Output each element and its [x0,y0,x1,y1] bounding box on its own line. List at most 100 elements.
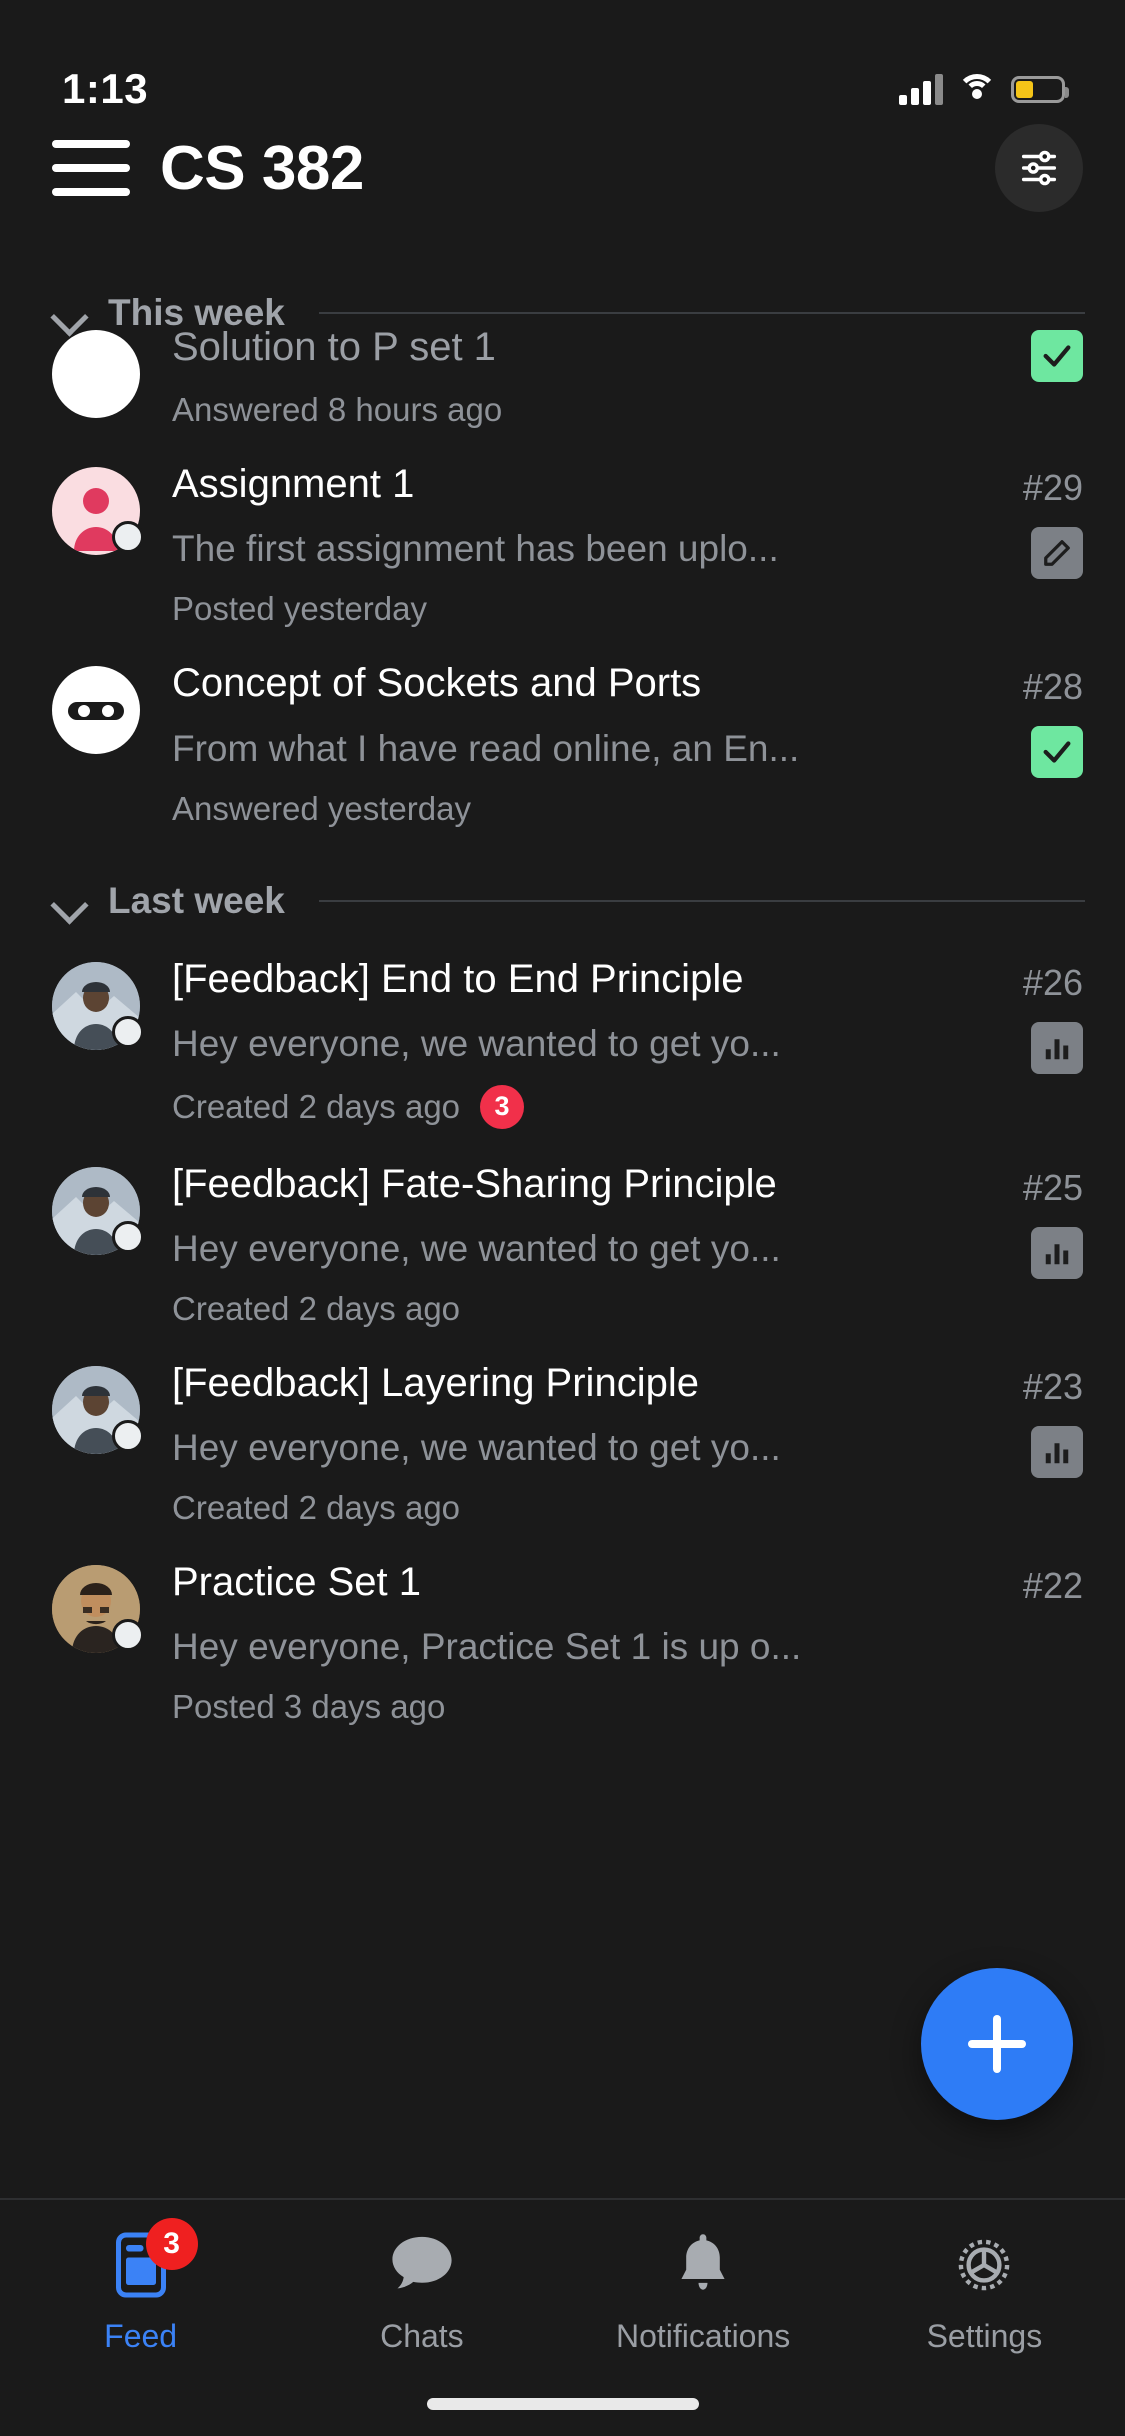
list-item-body: Practice Set 1 Hey everyone, Practice Se… [140,1559,953,1726]
list-item-title: [Feedback] Layering Principle [172,1360,699,1405]
list-item[interactable]: Practice Set 1 Hey everyone, Practice Se… [0,1543,1125,1742]
avatar [52,467,144,556]
post-number: #23 [1022,1365,1083,1407]
unread-count-badge: 3 [480,1084,525,1129]
pencil-icon [1031,527,1083,580]
divider [318,899,1085,902]
list-item-meta: Posted 3 days ago [172,1688,935,1726]
list-item-snippet: Hey everyone, we wanted to get yo... [172,1427,781,1469]
tab-settings[interactable]: Settings [844,2200,1125,2436]
list-item-title: Assignment 1 [172,462,415,507]
list-item[interactable]: [Feedback] Layering Principle Hey everyo… [0,1344,1125,1543]
list-item[interactable]: Concept of Sockets and Ports From what I… [0,644,1125,843]
list-item-timestamp: Created 2 days ago [172,1087,461,1125]
tab-label: Chats [380,2318,464,2354]
list-item-meta: Answered yesterday [172,790,935,828]
list-item-timestamp: Created 2 days ago [172,1289,461,1327]
list-item-meta: Answered 8 hours ago [172,391,935,429]
list-item-body: Assignment 1 The first assignment has be… [140,461,953,628]
list-item[interactable]: [Feedback] End to End Principle Hey ever… [0,940,1125,1145]
gear-icon [941,2222,1027,2308]
list-item-right: #25 [953,1161,1083,1328]
feed-list[interactable]: This week Solution to P set 1 Answered 8… [0,268,1125,2198]
list-item-timestamp: Posted 3 days ago [172,1688,446,1726]
tab-label: Notifications [615,2318,791,2354]
list-item-body: [Feedback] Layering Principle Hey everyo… [140,1360,953,1527]
list-item-title: Concept of Sockets and Ports [172,661,702,706]
status-dot [112,521,144,554]
list-item-meta: Created 2 days ago 3 [172,1084,935,1129]
status-time: 1:13 [62,65,149,112]
bar-chart-icon [1031,1425,1083,1478]
list-item-right: #28 [953,660,1083,827]
battery-low-icon [1011,75,1069,103]
list-item-right: #26 [953,956,1083,1129]
list-item[interactable]: Assignment 1 The first assignment has be… [0,445,1125,644]
list-item-body: [Feedback] Fate-Sharing Principle Hey ev… [140,1161,953,1328]
post-number: #25 [1022,1166,1083,1208]
check-icon [1031,726,1083,779]
list-item-right: #22 [953,1559,1083,1726]
avatar [52,330,140,418]
signal-bars-icon [899,73,943,105]
home-indicator [426,2398,699,2410]
app-header: CS 382 [0,108,1125,228]
list-item-snippet: From what I have read online, an En... [172,727,800,769]
list-item-title: Solution to P set 1 [172,325,496,369]
list-item-meta: Posted yesterday [172,590,935,628]
list-item-snippet: Hey everyone, we wanted to get yo... [172,1022,781,1064]
avatar [52,1365,144,1454]
list-item-body: Concept of Sockets and Ports From what I… [140,660,953,827]
bar-chart-icon [1031,1021,1083,1074]
feed-icon: 3 [98,2218,198,2308]
section-header-last-week[interactable]: Last week [0,856,1125,940]
hamburger-menu-icon[interactable] [52,140,130,196]
tab-label: Settings [926,2318,1043,2354]
list-item-right [953,324,1083,429]
status-indicators [899,73,1069,105]
list-item-right: #23 [953,1360,1083,1527]
list-item-body: [Feedback] End to End Principle Hey ever… [140,956,953,1129]
list-item-snippet: Hey everyone, Practice Set 1 is up o... [172,1626,802,1668]
sliders-filter-icon[interactable] [995,124,1083,212]
list-item-timestamp: Answered 8 hours ago [172,391,503,429]
list-item-title: Practice Set 1 [172,1560,422,1605]
tab-label: Feed [104,2318,178,2354]
wifi-icon [957,74,997,104]
status-dot [112,1419,144,1452]
avatar [52,961,144,1050]
list-item-right: #29 [953,461,1083,628]
list-item[interactable]: Solution to P set 1 Answered 8 hours ago [0,308,1125,445]
chevron-down-icon[interactable] [52,884,86,918]
tab-badge: 3 [145,2218,198,2270]
list-item-timestamp: Answered yesterday [172,789,471,827]
post-number: #29 [1022,467,1083,509]
section-label: Last week [108,879,285,921]
chat-bubble-icon [379,2222,465,2308]
avatar [52,1166,144,1255]
bell-icon [660,2222,746,2308]
list-item-meta: Created 2 days ago [172,1290,935,1328]
list-item-body: Solution to P set 1 Answered 8 hours ago [140,324,953,429]
create-post-fab[interactable] [921,1968,1073,2120]
post-number: #22 [1022,1565,1083,1607]
list-item-snippet: The first assignment has been uplo... [172,528,779,570]
status-dot [112,1619,144,1652]
avatar [52,666,140,755]
status-dot [112,1220,144,1253]
list-item-title: [Feedback] Fate-Sharing Principle [172,1161,777,1206]
white-anonymous-avatar [52,330,140,418]
check-icon [1031,330,1083,382]
list-item-snippet: Hey everyone, we wanted to get yo... [172,1227,781,1269]
list-item-title: [Feedback] End to End Principle [172,956,744,1001]
white-ninja-avatar [52,666,140,755]
list-item[interactable]: [Feedback] Fate-Sharing Principle Hey ev… [0,1145,1125,1344]
bar-chart-icon [1031,1226,1083,1279]
status-dot [112,1015,144,1048]
tab-feed[interactable]: 3 Feed [0,2200,281,2436]
app-screen: 1:13 CS 382 This week Solution to P set … [0,0,1125,2436]
list-item-meta: Created 2 days ago [172,1489,935,1527]
post-number: #28 [1022,666,1083,708]
plus-icon-bar [968,2040,1026,2048]
bottom-tab-bar: 3 Feed Chats Notifications Settings [0,2198,1125,2436]
